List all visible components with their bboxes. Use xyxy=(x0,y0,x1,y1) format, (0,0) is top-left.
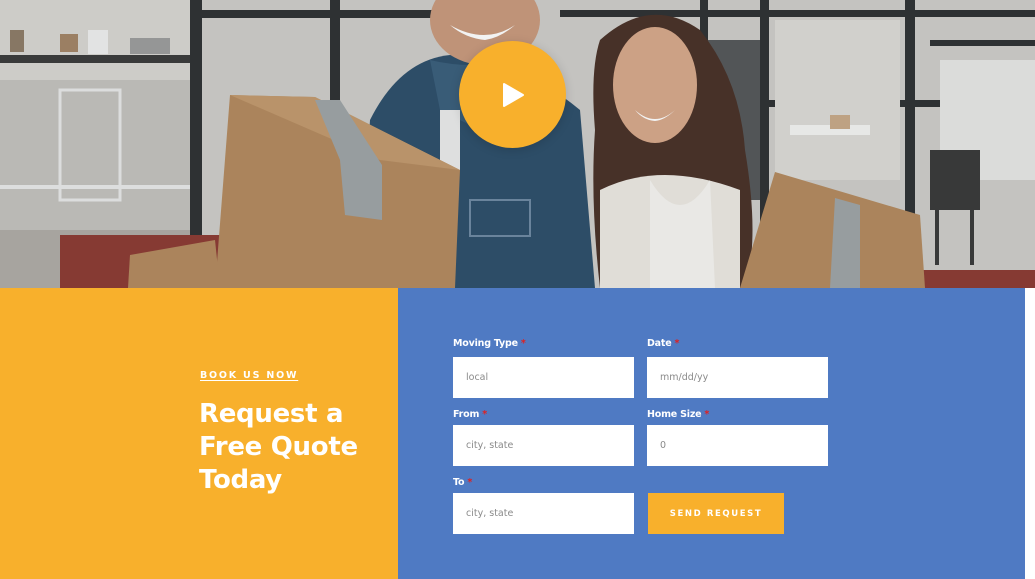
moving-type-select[interactable]: local xyxy=(453,357,634,398)
send-request-button[interactable]: SEND REQUEST xyxy=(648,493,784,534)
required-marker: * xyxy=(467,477,473,488)
required-marker: * xyxy=(482,409,487,420)
home-size-label: Home Size * xyxy=(647,409,710,420)
book-us-now-link[interactable]: BOOK US NOW xyxy=(200,370,298,381)
page-edge xyxy=(1025,288,1035,579)
required-marker: * xyxy=(704,409,710,420)
quote-cta-panel: BOOK US NOW Request a Free Quote Today xyxy=(0,288,398,579)
play-icon xyxy=(502,82,524,107)
hero-image xyxy=(0,0,1035,288)
to-input[interactable]: city, state xyxy=(453,493,634,534)
quote-request-form: Moving Type * local Date * mm/dd/yy From * … xyxy=(398,288,1025,579)
required-marker: * xyxy=(520,338,526,349)
quote-headline: Request a Free Quote Today xyxy=(199,399,358,495)
from-input[interactable]: city, state xyxy=(453,425,634,466)
from-label: From * xyxy=(453,409,487,420)
home-size-input[interactable]: 0 xyxy=(647,425,828,466)
moving-type-label: Moving Type * xyxy=(453,338,526,349)
date-input[interactable]: mm/dd/yy xyxy=(647,357,828,398)
to-label: To * xyxy=(453,477,473,488)
play-video-button[interactable] xyxy=(459,41,566,148)
required-marker: * xyxy=(674,338,680,349)
date-label: Date * xyxy=(647,338,680,349)
